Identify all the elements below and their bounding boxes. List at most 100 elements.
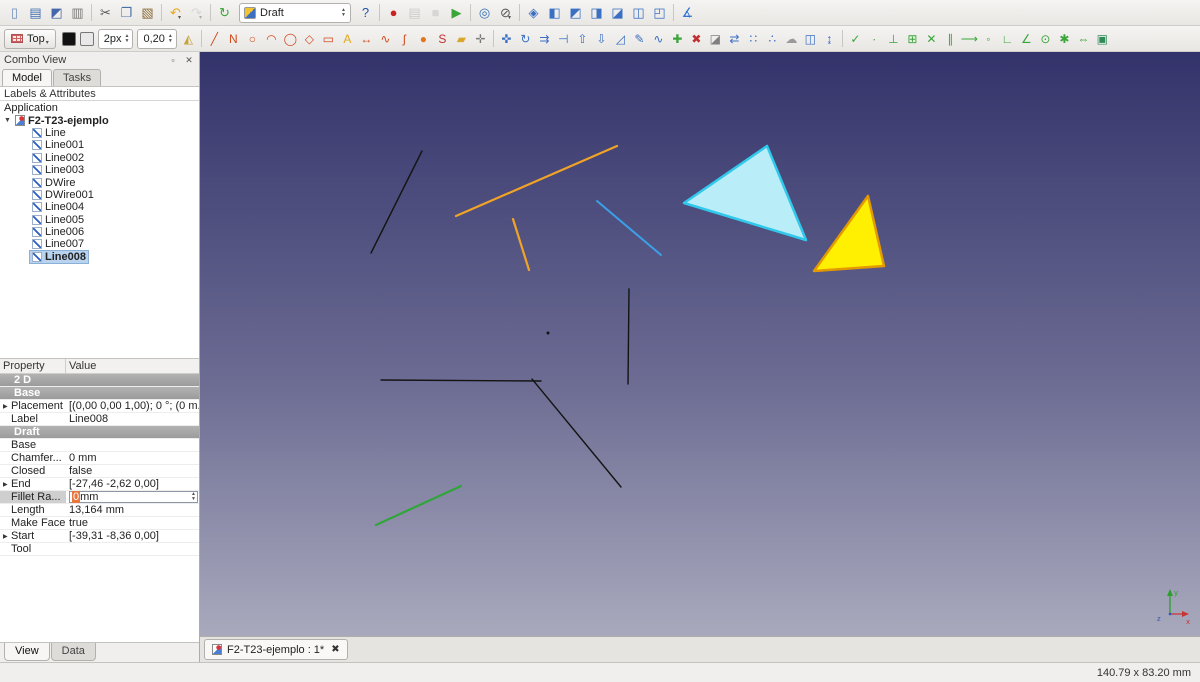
tree-item-line002[interactable]: Line002 xyxy=(0,152,199,164)
draft-path-array-button[interactable]: ∴ xyxy=(763,28,782,49)
point-object[interactable] xyxy=(547,332,550,335)
panel-float-button[interactable]: ▫ xyxy=(167,55,179,65)
property-value[interactable] xyxy=(66,439,199,451)
property-row[interactable]: Closedfalse xyxy=(0,465,199,478)
property-row[interactable]: ▶Start[-39,31 -8,36 0,00] xyxy=(0,530,199,543)
view-axonometric-button[interactable]: ◈ xyxy=(523,2,544,23)
line-width-spinner[interactable]: 2px ▲▼ xyxy=(98,29,134,49)
tree-item-line004[interactable]: Line004 xyxy=(0,201,199,213)
property-group-header[interactable]: 2 D xyxy=(0,374,199,387)
property-value[interactable]: Line008 xyxy=(66,413,199,425)
tab-tasks[interactable]: Tasks xyxy=(53,69,101,86)
draft-wire-button[interactable]: N xyxy=(224,28,243,49)
snap-parallel-button[interactable]: ∥ xyxy=(941,28,960,49)
text-scale-spinner[interactable]: 0,20 ▲▼ xyxy=(137,29,176,49)
draw-style-button[interactable]: ⊘▾ xyxy=(495,2,516,23)
tab-view[interactable]: View xyxy=(4,643,50,661)
view-rear-button[interactable]: ◪ xyxy=(607,2,628,23)
snap-angle-button[interactable]: ∠ xyxy=(1017,28,1036,49)
tree-item-line006[interactable]: Line006 xyxy=(0,226,199,238)
viewport-canvas[interactable]: yxz xyxy=(200,52,1200,636)
property-row[interactable]: Base xyxy=(0,439,199,452)
property-group-header[interactable]: Draft xyxy=(0,426,199,439)
line-black-horizontal[interactable] xyxy=(381,380,541,381)
line-color-swatch[interactable] xyxy=(62,32,76,46)
view-top-button[interactable]: ◩ xyxy=(565,2,586,23)
property-row[interactable]: ▶End[-27,46 -2,62 0,00] xyxy=(0,478,199,491)
tree-expand-caret-icon[interactable]: ▼ xyxy=(4,117,12,124)
line-black-1[interactable] xyxy=(371,151,422,253)
property-row[interactable]: Length13,164 mm xyxy=(0,504,199,517)
draft-edit-button[interactable]: ✎ xyxy=(630,28,649,49)
redo-button[interactable]: ↷▾ xyxy=(186,2,207,23)
draft-upgrade-button[interactable]: ⇧ xyxy=(573,28,592,49)
snap-intersection-button[interactable]: ✕ xyxy=(922,28,941,49)
property-value[interactable]: 0 mm▲▼ xyxy=(66,491,199,503)
draft-del-point-button[interactable]: ✖ xyxy=(687,28,706,49)
tree-item-line005[interactable]: Line005 xyxy=(0,214,199,226)
tree-item-dwire[interactable]: DWire xyxy=(0,176,199,188)
property-row[interactable]: Make Facetrue xyxy=(0,517,199,530)
property-value[interactable]: [(0,00 0,00 1,00); 0 °; (0 m... xyxy=(66,400,199,412)
close-tab-icon[interactable]: ✖ xyxy=(331,644,339,655)
tree-item-line003[interactable]: Line003 xyxy=(0,164,199,176)
property-value[interactable]: 0 mm xyxy=(66,452,199,464)
property-row[interactable]: Fillet Ra...0 mm▲▼ xyxy=(0,491,199,504)
line-green-selected[interactable] xyxy=(376,486,461,525)
line-black-vertical[interactable] xyxy=(628,289,629,384)
fit-all-button[interactable]: ◎ xyxy=(474,2,495,23)
property-row[interactable]: Tool xyxy=(0,543,199,556)
property-group-header[interactable]: Base xyxy=(0,387,199,400)
draft-to-sketch-button[interactable]: ⇄ xyxy=(725,28,744,49)
draft-move-button[interactable]: ✜ xyxy=(497,28,516,49)
tree-column-header[interactable]: Labels & Attributes xyxy=(0,86,199,101)
view-right-button[interactable]: ◨ xyxy=(586,2,607,23)
draft-scale-button[interactable]: ◿ xyxy=(611,28,630,49)
draft-wire-to-bspline-button[interactable]: ∿ xyxy=(649,28,668,49)
draft-shapestring-button[interactable]: S xyxy=(433,28,452,49)
draft-rotate-button[interactable]: ↻ xyxy=(516,28,535,49)
snap-grid-button[interactable]: ⊞ xyxy=(903,28,922,49)
panel-close-button[interactable]: ✕ xyxy=(183,55,195,66)
snap-center-button[interactable]: ⊙ xyxy=(1036,28,1055,49)
snap-ortho-button[interactable]: ∟ xyxy=(998,28,1017,49)
property-value[interactable] xyxy=(66,543,199,555)
document-tab[interactable]: F2-T23-ejemplo : 1* ✖ xyxy=(204,639,348,660)
draft-point-button[interactable]: ● xyxy=(414,28,433,49)
property-value[interactable]: false xyxy=(66,465,199,477)
property-value-input[interactable]: 0 mm▲▼ xyxy=(69,491,198,503)
line-black-diagonal[interactable] xyxy=(532,379,621,487)
save-file-button[interactable]: ◩ xyxy=(46,2,67,23)
line-orange-long[interactable] xyxy=(456,146,617,216)
copy-button[interactable]: ❐ xyxy=(116,2,137,23)
draft-stretch-button[interactable]: ↨ xyxy=(820,28,839,49)
view-left-button[interactable]: ◰ xyxy=(649,2,670,23)
tree-document-item[interactable]: ▼F2-T23-ejemplo xyxy=(0,114,199,126)
tree-item-line007[interactable]: Line007 xyxy=(0,238,199,250)
new-file-button[interactable]: ▯ xyxy=(4,2,25,23)
draft-array-button[interactable]: ∷ xyxy=(744,28,763,49)
snap-special-button[interactable]: ✱ xyxy=(1055,28,1074,49)
macro-execute-button[interactable]: ▶ xyxy=(446,2,467,23)
property-value[interactable]: true xyxy=(66,517,199,529)
draft-polygon-button[interactable]: ◇ xyxy=(300,28,319,49)
triangle-cyan[interactable] xyxy=(684,146,806,240)
draft-facebinder-button[interactable]: ▰ xyxy=(452,28,471,49)
draft-rectangle-button[interactable]: ▭ xyxy=(319,28,338,49)
draft-offset-button[interactable]: ⇉ xyxy=(535,28,554,49)
paste-button[interactable]: ▧ xyxy=(137,2,158,23)
view-bottom-button[interactable]: ◫ xyxy=(628,2,649,23)
draft-circle-button[interactable]: ○ xyxy=(243,28,262,49)
tree-item-dwire001[interactable]: DWire001 xyxy=(0,189,199,201)
line-blue[interactable] xyxy=(597,201,661,255)
expand-caret-icon[interactable]: ▶ xyxy=(3,403,9,410)
workbench-selector[interactable]: Draft ▲▼ xyxy=(239,3,351,23)
draft-mirror-button[interactable]: ◫ xyxy=(801,28,820,49)
snap-working-plane-button[interactable]: ▣ xyxy=(1093,28,1112,49)
expand-caret-icon[interactable]: ▶ xyxy=(3,533,9,540)
open-file-button[interactable]: ▤ xyxy=(25,2,46,23)
tab-model[interactable]: Model xyxy=(2,69,52,86)
macro-dialog-button[interactable]: ▤ xyxy=(404,2,425,23)
undo-button[interactable]: ↶▾ xyxy=(165,2,186,23)
construction-mode-button[interactable]: ◭ xyxy=(179,28,198,49)
